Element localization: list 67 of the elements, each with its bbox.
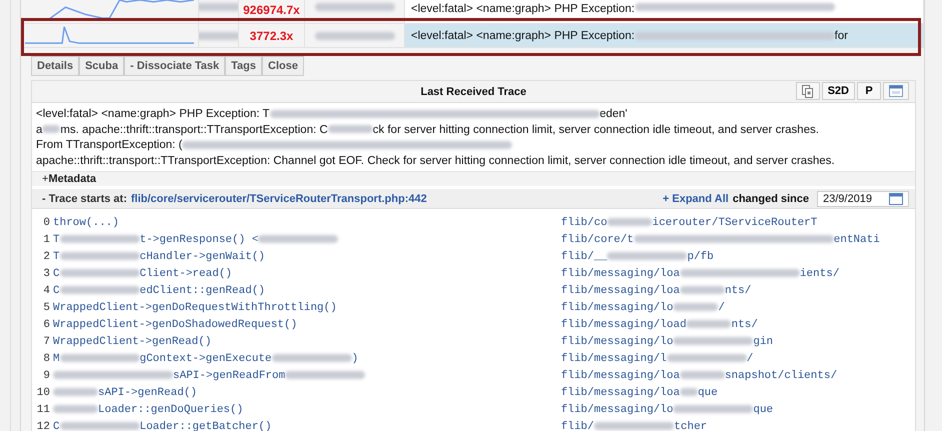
- line-number: 3: [42, 268, 51, 280]
- calendar-icon[interactable]: [889, 85, 903, 97]
- frame-call[interactable]: C edClient::genRead(): [53, 284, 561, 296]
- line-number: 8: [42, 352, 51, 364]
- frame-file[interactable]: flib/co icerouter/TServiceRouterT: [561, 216, 818, 228]
- trace-start-label: - Trace starts at:: [42, 192, 127, 204]
- changed-since-label: changed since: [732, 192, 809, 204]
- line-number: 1: [42, 234, 51, 246]
- frame-file[interactable]: flib/messaging/load nts/: [561, 318, 758, 330]
- line-number: 7: [42, 336, 51, 348]
- frame-call[interactable]: sAPI->genReadFrom: [53, 370, 561, 382]
- line-number: 4: [42, 284, 51, 296]
- frame-call[interactable]: WrappedClient->genDoRequestWithThrottling(): [53, 302, 561, 314]
- line-number: 6: [42, 318, 51, 330]
- frame-file[interactable]: flib/messaging/l /: [561, 352, 754, 364]
- frame-file[interactable]: flib/messaging/loa snapshot/clients/: [561, 370, 838, 382]
- frame-call[interactable]: T t->genResponse() <: [53, 234, 561, 246]
- message-line: a ms. apache::thrift::transport::TTransportException: C ck for server hitting connection limit, server connection idle timeout, and server crashes.: [36, 122, 820, 138]
- frame-file[interactable]: flib/messaging/lo que: [561, 404, 774, 416]
- frame-call[interactable]: sAPI->genRead(): [53, 386, 561, 398]
- frame-file[interactable]: flib/messaging/lo gin: [561, 336, 774, 348]
- frame-call[interactable]: C Loader::getBatcher(): [53, 420, 561, 431]
- line-number: 5: [42, 302, 51, 314]
- line-number: 10: [36, 386, 51, 398]
- action-tab[interactable]: - Dissociate Task: [124, 56, 226, 76]
- frame-file[interactable]: flib/messaging/loa que: [561, 386, 718, 398]
- frame-file[interactable]: flib/messaging/loa nts/: [561, 284, 752, 296]
- message-cell[interactable]: <level:fatal> <name:graph> PHP Exception: for: [405, 24, 924, 47]
- frame-call[interactable]: WrappedClient->genDoShadowedRequest(): [53, 318, 561, 330]
- count-text: [199, 3, 238, 11]
- line-number: 2: [42, 250, 51, 262]
- message-line: <level:fatal> <name:graph> PHP Exception: T eden': [36, 107, 628, 122]
- copy-icon[interactable]: [802, 84, 814, 98]
- date-field[interactable]: 23/9/2019: [817, 190, 909, 206]
- copy-button[interactable]: [796, 82, 820, 100]
- metadata-toggle[interactable]: +Metadata: [42, 173, 96, 185]
- file-link[interactable]: flib/core/servicerouter/TServiceRouterTransport.php:442: [130, 192, 427, 204]
- tool-button[interactable]: P: [857, 82, 881, 100]
- action-tab[interactable]: Close: [262, 56, 304, 76]
- frame-file[interactable]: flib/messaging/loa ients/: [561, 268, 840, 280]
- line-number: 12: [36, 420, 51, 431]
- count-text: [199, 32, 238, 40]
- ratio-text: 926974.7x: [243, 3, 300, 17]
- frame-call[interactable]: Loader::genDoQueries(): [53, 404, 561, 416]
- calendar-button[interactable]: [883, 82, 909, 100]
- tool-button[interactable]: S2D: [822, 82, 855, 100]
- frame-call[interactable]: T cHandler->genWait(): [53, 250, 561, 262]
- line-number: 0: [42, 216, 51, 228]
- frame-file[interactable]: flib/__ p/fb: [561, 250, 714, 262]
- calendar-icon[interactable]: [889, 192, 903, 204]
- line-number: 9: [42, 370, 51, 382]
- frame-call[interactable]: throw(...): [53, 216, 561, 228]
- expand-all-link[interactable]: + Expand All: [662, 192, 729, 204]
- panel-title: Last Received Trace: [420, 86, 526, 98]
- action-tab[interactable]: Tags: [225, 56, 262, 76]
- line-number: 11: [36, 404, 51, 416]
- ratio-text: 3772.3x: [250, 28, 294, 42]
- frame-call[interactable]: M gContext->genExecute ): [53, 352, 561, 364]
- action-tab[interactable]: Details: [31, 56, 80, 76]
- frame-call[interactable]: C Client->read(): [53, 268, 561, 280]
- message-line: apache::thrift::transport::TTransportException: Channel got EOF. Check for server hitting connection limit, server connection idle timeout, and server crashes.: [36, 154, 836, 168]
- frame-file[interactable]: flib/core/t entNati: [561, 234, 880, 246]
- frame-call[interactable]: WrappedClient->genRead(): [53, 336, 561, 348]
- message-line: From TTransportException: (: [36, 138, 911, 154]
- frame-file[interactable]: flib/ tcher: [561, 420, 708, 431]
- frame-file[interactable]: flib/messaging/lo /: [561, 302, 725, 314]
- action-tab[interactable]: Scuba: [79, 56, 124, 76]
